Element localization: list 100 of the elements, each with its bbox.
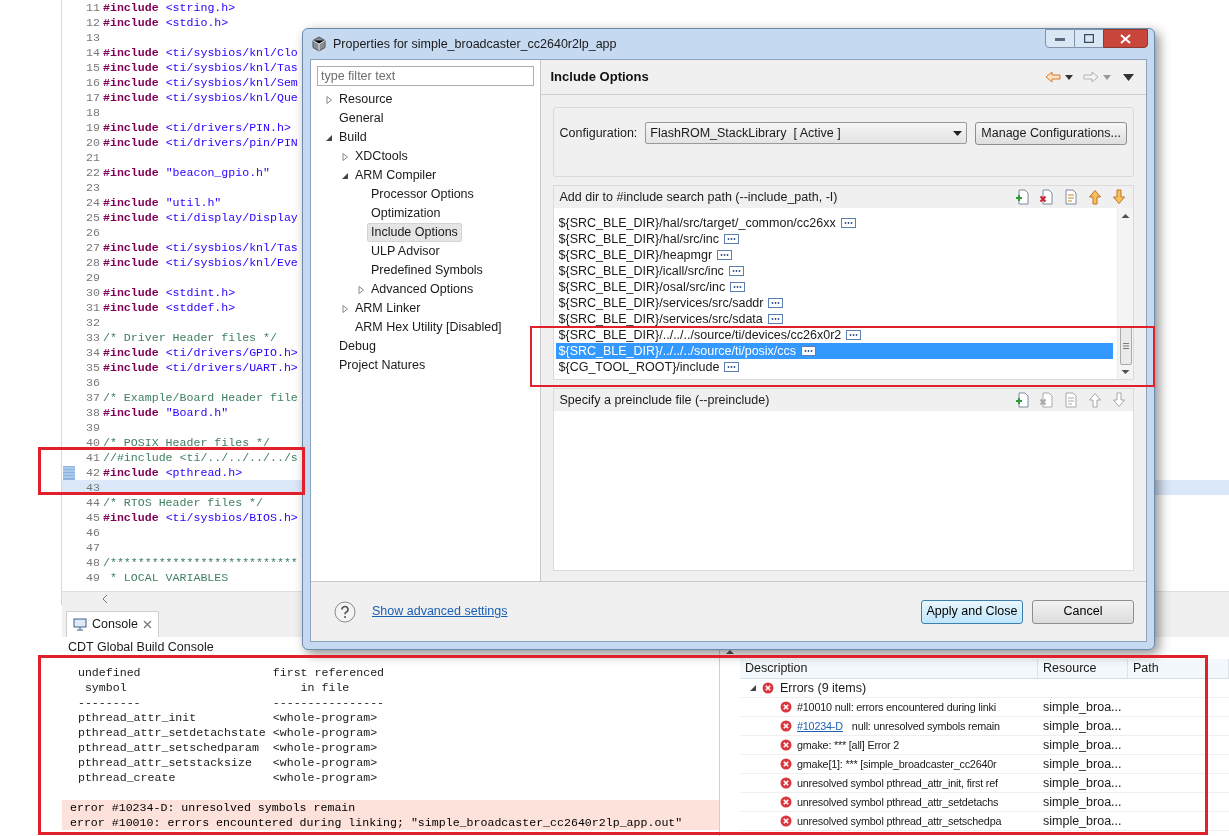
ellipsis-icon[interactable] — [728, 266, 744, 276]
tree-item[interactable]: ARM Compiler — [351, 166, 441, 185]
filter-field[interactable]: type filter text — [317, 66, 534, 86]
ellipsis-icon[interactable] — [767, 314, 783, 324]
path-list-item[interactable]: ${SRC_BLE_DIR}/services/src/saddr — [555, 295, 1113, 311]
collapsed-arrow-icon[interactable] — [325, 95, 333, 104]
ellipsis-icon[interactable] — [724, 234, 739, 244]
path-list-item[interactable]: ${SRC_BLE_DIR}/../../../source/ti/devices/cc26x0r2 — [555, 327, 1113, 343]
move-up-icon[interactable] — [1087, 189, 1103, 205]
error-icon — [762, 682, 774, 694]
path-list-item[interactable]: ${SRC_BLE_DIR}/osal/src/inc — [555, 279, 1113, 295]
path-list-item[interactable]: ${SRC_BLE_DIR}/heapmgr — [555, 247, 1113, 263]
code-line: #include <stddef.h> — [103, 299, 236, 316]
problem-resource: simple_broa... — [1042, 736, 1123, 754]
ellipsis-icon[interactable] — [801, 346, 817, 356]
dialog-button[interactable]: Cancel — [1032, 599, 1134, 624]
expanded-arrow-icon[interactable] — [325, 133, 333, 142]
path-list-item[interactable]: ${SRC_BLE_DIR}/icall/src/inc — [555, 263, 1113, 279]
dialog-button[interactable]: Apply and Close — [921, 599, 1023, 624]
line-number: 26 — [85, 224, 100, 241]
close-icon — [1120, 33, 1131, 44]
line-number: 14 — [85, 44, 100, 61]
collapsed-arrow-icon[interactable] — [357, 285, 365, 294]
console-line: undefined first referenced — [76, 665, 386, 680]
line-number: 44 — [85, 494, 100, 511]
console-line: symbol in file — [83, 680, 351, 695]
grip-icon — [1122, 343, 1129, 349]
delete-file-icon[interactable] — [1039, 189, 1055, 205]
minimize-icon — [1055, 36, 1065, 41]
collapsed-arrow-icon[interactable] — [341, 152, 349, 161]
line-number: 23 — [85, 179, 100, 196]
code-line: #include <ti/drivers/pin/PIN — [103, 134, 298, 151]
line-number: 45 — [85, 509, 100, 526]
expanded-arrow-icon[interactable] — [341, 171, 349, 180]
line-number: 18 — [85, 104, 100, 121]
tree-item[interactable]: Advanced Options — [367, 280, 478, 299]
configuration-select[interactable]: FlashROM_StackLibrary [ Active ] — [645, 122, 968, 144]
window-title: Properties for simple_broadcaster_cc2640r2lp_app — [333, 35, 617, 53]
scrollbar-thumb[interactable] — [1119, 327, 1132, 365]
code-line: #include <ti/sysbios/knl/Eve — [103, 254, 298, 271]
console-line: pthread_create <whole-program> — [76, 770, 379, 785]
dropdown-caret-icon[interactable] — [1065, 74, 1073, 80]
close-button[interactable] — [1103, 29, 1148, 48]
error-code-link[interactable]: #10234-D — [797, 717, 843, 735]
ellipsis-icon[interactable] — [730, 282, 746, 292]
tree-item[interactable]: Include Options — [367, 223, 462, 242]
ellipsis-icon[interactable] — [768, 298, 784, 308]
line-number: 21 — [85, 149, 100, 166]
path-list-item[interactable]: ${SRC_BLE_DIR}/hal/src/target/_common/cc26xx — [555, 215, 1113, 231]
minimize-button[interactable] — [1045, 29, 1075, 48]
tree-item[interactable]: ARM Hex Utility [Disabled] — [351, 318, 506, 337]
line-number: 46 — [85, 524, 100, 541]
line-number: 11 — [85, 0, 100, 16]
error-group-label[interactable]: Errors (9 items) — [780, 678, 867, 698]
column-header[interactable]: Description — [740, 659, 1038, 678]
path-list-item[interactable]: ${CG_TOOL_ROOT}/include — [555, 359, 1113, 375]
tree-item[interactable]: Debug — [335, 337, 380, 356]
tree-item[interactable]: Resource — [335, 90, 397, 109]
add-file-icon[interactable] — [1015, 189, 1031, 205]
close-icon[interactable] — [142, 620, 152, 629]
collapsed-arrow-icon[interactable] — [341, 304, 349, 313]
ellipsis-icon[interactable] — [840, 218, 856, 228]
help-icon[interactable] — [334, 600, 356, 623]
path-list-item[interactable]: ${SRC_BLE_DIR}/services/src/sdata — [555, 311, 1113, 327]
tree-item[interactable]: ULP Advisor — [367, 242, 444, 261]
line-number: 28 — [85, 254, 100, 271]
tree-item[interactable]: XDCtools — [351, 147, 412, 166]
console-line: --------- ---------------- — [76, 695, 386, 710]
view-menu-icon[interactable] — [1123, 73, 1134, 81]
tree-item[interactable]: Optimization — [367, 204, 445, 223]
console-line: pthread_attr_setdetachstate <whole-program> — [76, 725, 379, 740]
code-line: #include <ti/sysbios/knl/Sem — [103, 74, 298, 91]
expanded-arrow-icon[interactable] — [749, 684, 757, 692]
tree-item[interactable]: Build — [335, 128, 371, 147]
code-line: #include "util.h" — [103, 194, 222, 211]
tree-item[interactable]: General — [335, 109, 388, 128]
line-number: 48 — [85, 554, 100, 571]
tree-item[interactable]: Project Natures — [335, 356, 430, 375]
code-line: #include <stdio.h> — [103, 14, 229, 31]
scroll-left-icon[interactable] — [102, 594, 108, 603]
column-header[interactable]: Resource — [1038, 659, 1128, 678]
tree-item[interactable]: Predefined Symbols — [367, 261, 487, 280]
ellipsis-icon[interactable] — [846, 330, 862, 340]
line-number: 30 — [85, 284, 100, 301]
line-number: 33 — [85, 329, 100, 346]
tree-item[interactable]: ARM Linker — [351, 299, 425, 318]
add-file-icon[interactable] — [1015, 392, 1031, 408]
column-header[interactable]: Path — [1128, 659, 1229, 678]
advanced-settings-link[interactable]: Show advanced settings — [372, 602, 508, 621]
console-tab[interactable]: Console — [66, 611, 159, 637]
tree-item[interactable]: Processor Options — [367, 185, 478, 204]
manage-configurations-button[interactable]: Manage Configurations... — [975, 122, 1127, 145]
change-marker-icon — [63, 465, 75, 480]
maximize-button[interactable] — [1075, 29, 1103, 48]
ellipsis-icon[interactable] — [724, 362, 740, 372]
ellipsis-icon[interactable] — [717, 250, 733, 260]
path-list-item[interactable]: ${SRC_BLE_DIR}/hal/src/inc — [555, 231, 1113, 247]
line-number: 36 — [85, 374, 100, 391]
error-icon — [780, 720, 792, 732]
line-number: 47 — [85, 539, 100, 556]
